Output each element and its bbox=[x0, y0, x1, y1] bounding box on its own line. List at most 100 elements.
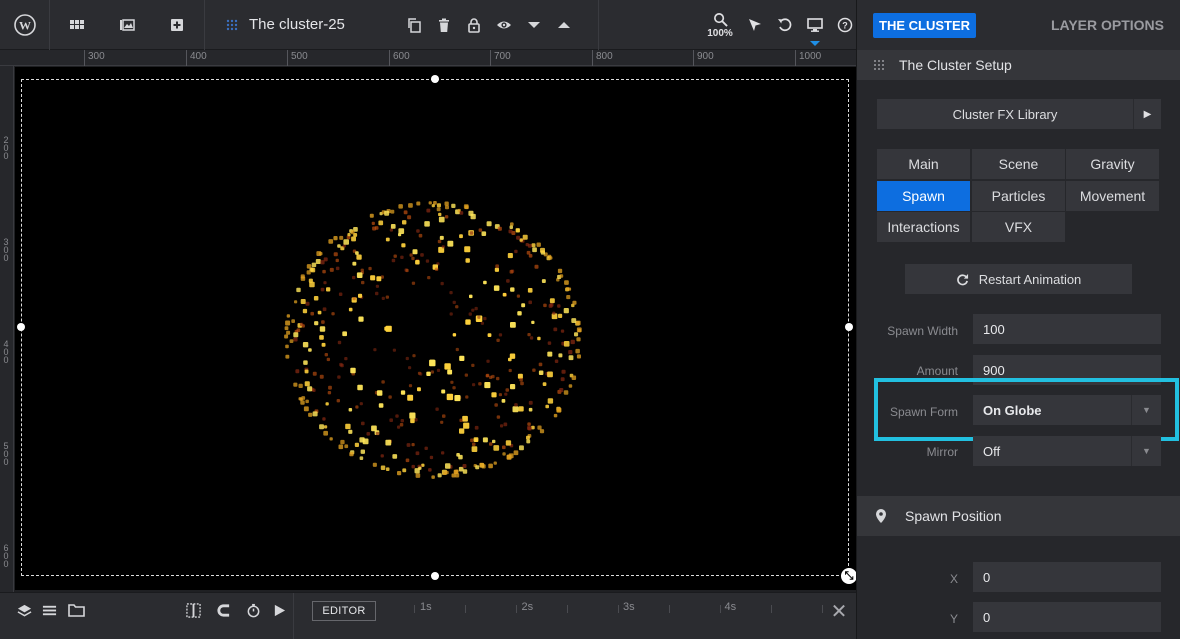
ruler-label: 300 bbox=[88, 51, 105, 62]
ruler-label: 500 bbox=[291, 51, 308, 62]
spawn-position-header[interactable]: Spawn Position bbox=[857, 496, 1180, 536]
copy-icon bbox=[408, 17, 421, 33]
layers-icon bbox=[17, 604, 31, 617]
mirror-value: Off bbox=[983, 443, 1001, 459]
restart-label: Restart Animation bbox=[978, 271, 1082, 287]
move-down-button[interactable] bbox=[519, 0, 549, 50]
lock-button[interactable] bbox=[459, 0, 489, 50]
layer-selection-box[interactable] bbox=[17, 75, 853, 580]
timeline-tick bbox=[414, 605, 415, 613]
visibility-button[interactable] bbox=[489, 0, 519, 50]
wordpress-button[interactable]: W bbox=[0, 0, 50, 50]
tab-interactions[interactable]: Interactions bbox=[877, 212, 970, 242]
undo-icon bbox=[778, 18, 792, 32]
ruler-tick bbox=[795, 50, 796, 66]
eye-icon bbox=[496, 21, 511, 28]
resize-handle-left[interactable] bbox=[17, 323, 25, 331]
cluster-icon bbox=[874, 60, 884, 70]
mirror-select[interactable]: Off ▼ bbox=[973, 436, 1161, 466]
amount-label: Amount bbox=[916, 364, 958, 378]
position-y-value: 0 bbox=[983, 609, 991, 625]
magnet-button[interactable] bbox=[210, 593, 236, 628]
menu-icon bbox=[42, 605, 56, 616]
timer-button[interactable] bbox=[240, 593, 266, 628]
device-desktop-button[interactable] bbox=[800, 0, 830, 50]
layer-actions bbox=[399, 0, 579, 50]
slide-nav-group bbox=[50, 0, 205, 50]
folder-button[interactable] bbox=[63, 593, 89, 628]
tab-layer-options[interactable]: LAYER OPTIONS bbox=[1051, 17, 1164, 33]
ruler-tick bbox=[84, 50, 85, 66]
timeline-mark: 1s bbox=[420, 601, 432, 613]
cursor-icon bbox=[749, 19, 761, 31]
slides-grid-button[interactable] bbox=[60, 0, 94, 50]
tab-the-cluster[interactable]: THE CLUSTER bbox=[873, 12, 976, 38]
svg-text:W: W bbox=[19, 18, 31, 32]
restart-animation-button[interactable]: Restart Animation bbox=[905, 264, 1132, 294]
tab-particles[interactable]: Particles bbox=[972, 181, 1065, 211]
layer-title[interactable]: The cluster-25 bbox=[205, 0, 365, 50]
editor-mode-button[interactable]: EDITOR bbox=[312, 601, 376, 621]
move-up-button[interactable] bbox=[549, 0, 579, 50]
tab-spawn[interactable]: Spawn bbox=[877, 181, 970, 211]
list-button[interactable] bbox=[36, 593, 62, 628]
tab-main[interactable]: Main bbox=[877, 149, 970, 179]
select-tool-button[interactable] bbox=[740, 0, 770, 50]
tab-movement[interactable]: Movement bbox=[1066, 181, 1159, 211]
ruler-tick bbox=[592, 50, 593, 66]
cluster-setup-title: The Cluster Setup bbox=[899, 57, 1012, 73]
tab-vfx[interactable]: VFX bbox=[972, 212, 1065, 242]
position-x-input[interactable]: 0 bbox=[973, 562, 1161, 592]
svg-text:?: ? bbox=[842, 21, 848, 31]
media-library-button[interactable] bbox=[110, 0, 144, 50]
ruler-tick bbox=[287, 50, 288, 66]
position-x-value: 0 bbox=[983, 569, 991, 585]
delete-button[interactable] bbox=[429, 0, 459, 50]
duplicate-button[interactable] bbox=[399, 0, 429, 50]
layers-button[interactable] bbox=[11, 593, 37, 628]
ruler-label: 500 bbox=[3, 441, 9, 467]
spawn-width-value: 100 bbox=[983, 321, 1005, 337]
close-timeline-button[interactable]: ✕ bbox=[828, 599, 850, 624]
play-icon bbox=[274, 604, 285, 617]
position-x-label: X bbox=[949, 572, 958, 586]
ruler-label: 700 bbox=[494, 51, 511, 62]
undo-button[interactable] bbox=[770, 0, 800, 50]
ruler-tick bbox=[490, 50, 491, 66]
library-icon bbox=[120, 18, 135, 31]
spawn-width-input[interactable]: 100 bbox=[973, 314, 1161, 344]
play-button[interactable] bbox=[266, 593, 292, 628]
arrow-down-icon bbox=[527, 21, 540, 28]
tab-scene[interactable]: Scene bbox=[972, 149, 1065, 179]
position-y-input[interactable]: 0 bbox=[973, 602, 1161, 632]
tab-gravity[interactable]: Gravity bbox=[1066, 149, 1159, 179]
zoom-icon bbox=[713, 12, 728, 27]
ruler-label: 600 bbox=[393, 51, 410, 62]
amount-value: 900 bbox=[983, 362, 1005, 378]
snap-button[interactable] bbox=[180, 593, 206, 628]
ruler-label: 400 bbox=[190, 51, 207, 62]
zoom-button[interactable]: 100% bbox=[700, 0, 740, 50]
timeline-tick bbox=[669, 605, 670, 613]
timeline-tick bbox=[618, 605, 619, 613]
resize-handle-top[interactable] bbox=[431, 75, 439, 83]
add-slide-button[interactable] bbox=[160, 0, 194, 50]
resize-handle-right[interactable] bbox=[845, 323, 853, 331]
resize-handle-bottom[interactable] bbox=[431, 572, 439, 580]
top-toolbar: W The cluster-25 100% ? bbox=[0, 0, 856, 50]
cluster-fx-library-button[interactable]: Cluster FX Library ▶ bbox=[877, 99, 1161, 129]
editor-canvas[interactable]: ⤡ bbox=[15, 67, 856, 590]
magnet-icon bbox=[216, 604, 229, 617]
timeline-tick bbox=[567, 605, 568, 613]
spawn-width-label: Spawn Width bbox=[887, 324, 958, 338]
resize-corner-handle[interactable]: ⤡ bbox=[841, 568, 856, 584]
device-active-indicator bbox=[810, 41, 820, 46]
ruler-label: 600 bbox=[3, 543, 9, 569]
timeline-tick bbox=[516, 605, 517, 613]
resize-icon: ⤡ bbox=[844, 569, 854, 582]
ruler-label: 1000 bbox=[799, 51, 822, 62]
cluster-setup-header[interactable]: The Cluster Setup bbox=[857, 50, 1180, 80]
timeline-tick bbox=[465, 605, 466, 613]
timeline-tick bbox=[822, 605, 823, 613]
ruler-label: 400 bbox=[3, 339, 9, 365]
